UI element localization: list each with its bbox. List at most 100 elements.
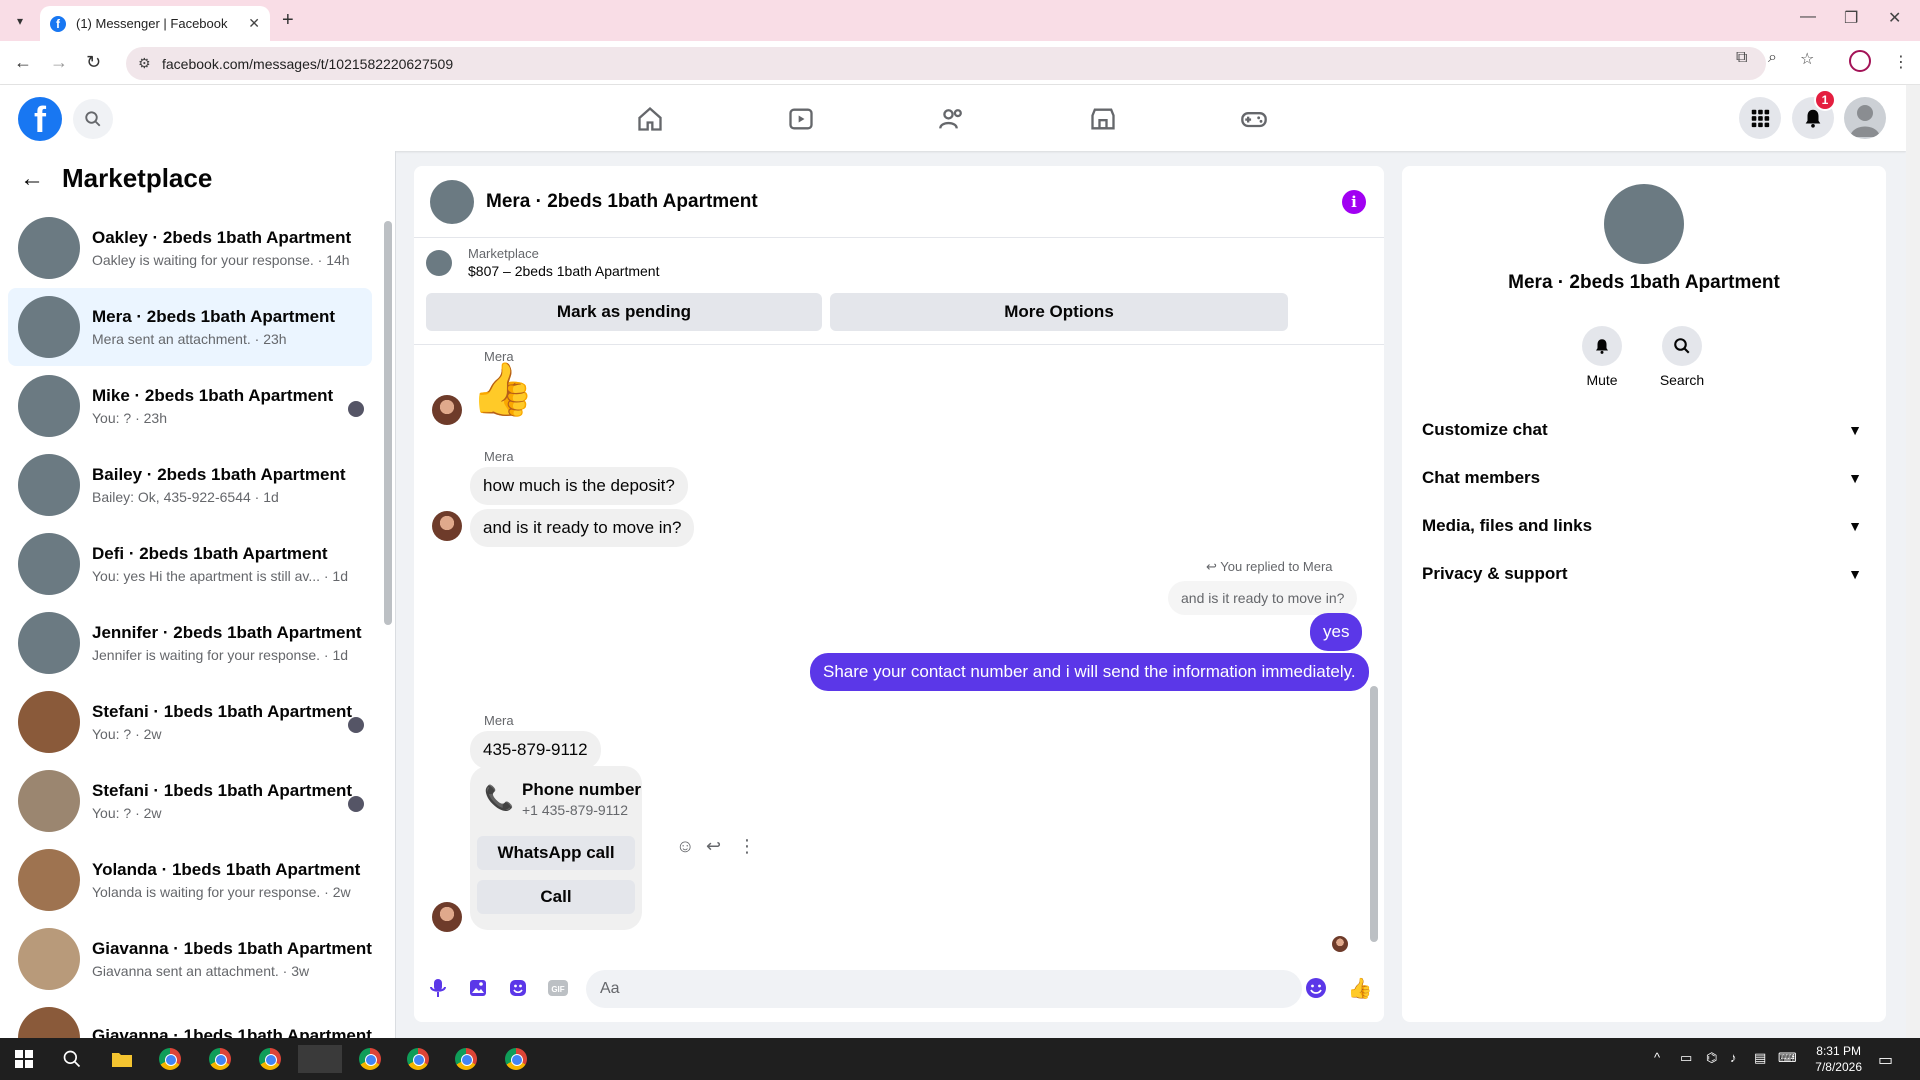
gaming-icon[interactable] xyxy=(1232,97,1276,141)
conversation-item[interactable]: Mike · 2beds 1bath Apartment You: ? · 23h xyxy=(8,367,372,445)
notifications-center-icon[interactable]: ▭ xyxy=(1878,1050,1893,1070)
minimize-icon[interactable]: — xyxy=(1800,8,1816,26)
conversation-item[interactable]: Stefani · 1beds 1bath Apartment You: ? · … xyxy=(8,762,372,840)
forward-icon[interactable]: → xyxy=(50,52,68,73)
chrome-icon[interactable] xyxy=(256,1045,284,1073)
chrome-icon[interactable] xyxy=(502,1045,530,1073)
conversation-item[interactable]: Defi · 2beds 1bath Apartment You: yes Hi … xyxy=(8,525,372,603)
notification-badge: 1 xyxy=(1814,89,1836,111)
tab-search-chevron-icon[interactable]: ▾ xyxy=(8,9,32,33)
url-field[interactable]: ⚙ facebook.com/messages/t/10215822206275… xyxy=(126,47,1766,80)
chrome-icon[interactable] xyxy=(452,1045,480,1073)
customize-chat-item[interactable]: Customize chat ▼ xyxy=(1418,408,1870,452)
photo-icon[interactable] xyxy=(466,976,490,1000)
message-input[interactable] xyxy=(586,970,1302,1008)
menu-grid-icon[interactable] xyxy=(1739,97,1781,139)
whatsapp-call-button[interactable]: WhatsApp call xyxy=(477,836,635,870)
mute-button[interactable]: Mute xyxy=(1562,326,1642,388)
like-send-icon[interactable]: 👍 xyxy=(1348,976,1373,1000)
volume-icon[interactable]: ♪ xyxy=(1730,1050,1737,1065)
mera-avatar[interactable] xyxy=(432,511,462,541)
conversation-item[interactable]: Mera · 2beds 1bath Apartment Mera sent an… xyxy=(8,288,372,366)
microphone-icon[interactable] xyxy=(426,976,450,1000)
chat-members-item[interactable]: Chat members ▼ xyxy=(1418,456,1870,500)
bookmark-star-icon[interactable]: ☆ xyxy=(1800,49,1814,69)
close-window-icon[interactable]: ✕ xyxy=(1888,8,1901,28)
search-icon[interactable] xyxy=(73,99,113,139)
friends-icon[interactable] xyxy=(930,97,974,141)
display-icon[interactable]: ▤ xyxy=(1754,1050,1766,1066)
thumbs-up-icon[interactable]: 👍 xyxy=(470,359,535,420)
tray-chevron-icon[interactable]: ^ xyxy=(1654,1050,1660,1065)
reload-icon[interactable]: ↻ xyxy=(86,52,101,73)
conversation-item[interactable]: Yolanda · 1beds 1bath Apartment Yolanda i… xyxy=(8,841,372,919)
chat-scrollbar[interactable] xyxy=(1370,686,1378,942)
browser-tab[interactable]: f (1) Messenger | Facebook ✕ xyxy=(40,6,270,41)
more-actions-icon[interactable]: ⋮ xyxy=(738,836,756,857)
privacy-support-item[interactable]: Privacy & support ▼ xyxy=(1418,552,1870,596)
reply-icon[interactable]: ↩ xyxy=(706,836,721,857)
browser-menu-icon[interactable]: ⋮ xyxy=(1893,52,1909,72)
taskbar-search-icon[interactable] xyxy=(58,1045,86,1073)
conversation-item[interactable]: Stefani · 1beds 1bath Apartment You: ? · … xyxy=(8,683,372,761)
video-icon[interactable] xyxy=(779,97,823,141)
home-icon[interactable] xyxy=(628,97,672,141)
sidebar-scrollbar[interactable] xyxy=(384,221,392,625)
network-icon[interactable]: ⌬ xyxy=(1706,1050,1717,1066)
conversation-item[interactable]: Bailey · 2beds 1bath Apartment Bailey: Ok… xyxy=(8,446,372,524)
conversation-item[interactable]: Giavanna · 1beds 1bath Apartment xyxy=(8,999,372,1038)
marketplace-icon[interactable] xyxy=(1081,97,1125,141)
site-info-icon[interactable]: ⚙ xyxy=(138,55,151,72)
clock[interactable]: 8:31 PM 7/8/2026 xyxy=(1815,1043,1862,1075)
more-options-button[interactable]: More Options xyxy=(830,293,1288,331)
info-icon[interactable]: i xyxy=(1342,190,1366,214)
file-explorer-icon[interactable] xyxy=(108,1045,136,1073)
sidebar-title: Marketplace xyxy=(62,163,213,193)
facebook-logo-icon[interactable]: f xyxy=(18,97,62,141)
page-scrollbar[interactable] xyxy=(1906,85,1920,1038)
conversation-item[interactable]: Giavanna · 1beds 1bath Apartment Giavanna… xyxy=(8,920,372,998)
media-files-links-item[interactable]: Media, files and links ▼ xyxy=(1418,504,1870,548)
back-arrow-icon[interactable]: ← xyxy=(20,165,44,193)
mera-avatar[interactable] xyxy=(432,395,462,425)
mute-label: Mute xyxy=(1586,372,1618,388)
meet-icon[interactable]: ▭ xyxy=(1680,1050,1692,1066)
incoming-message[interactable]: and is it ready to move in? xyxy=(470,509,695,547)
restore-icon[interactable]: ❐ xyxy=(1844,8,1858,28)
chrome-icon[interactable] xyxy=(206,1045,234,1073)
sticker-icon[interactable] xyxy=(506,976,530,1000)
tab-close-icon[interactable]: ✕ xyxy=(248,15,260,32)
message-composer: GIF 👍 xyxy=(414,954,1384,1022)
outgoing-message[interactable]: Share your contact number and i will sen… xyxy=(810,653,1369,691)
zoom-icon[interactable]: ⌕ xyxy=(1768,49,1777,67)
windows-start-icon[interactable] xyxy=(10,1045,38,1073)
conversation-item[interactable]: Jennifer · 2beds 1bath Apartment Jennifer… xyxy=(8,604,372,682)
account-avatar[interactable] xyxy=(1844,97,1886,139)
mera-avatar[interactable] xyxy=(432,902,462,932)
new-tab-icon[interactable]: + xyxy=(282,9,294,32)
conversation-text: Stefani · 1beds 1bath Apartment You: ? · … xyxy=(92,781,372,821)
listing-card[interactable]: Marketplace $807 – 2beds 1bath Apartment xyxy=(426,246,659,279)
emoji-icon[interactable] xyxy=(1304,976,1328,1000)
conversation-item[interactable]: Oakley · 2beds 1bath Apartment Oakley is … xyxy=(8,209,372,287)
react-emoji-icon[interactable]: ☺ xyxy=(676,836,694,857)
contact-avatar[interactable] xyxy=(1604,184,1684,264)
active-window-icon[interactable] xyxy=(298,1045,342,1073)
call-button[interactable]: Call xyxy=(477,880,635,914)
keyboard-icon[interactable]: ⌨ xyxy=(1778,1050,1797,1066)
search-conversation-button[interactable]: Search xyxy=(1642,326,1722,388)
chrome-icon[interactable] xyxy=(356,1045,384,1073)
browser-profile-icon[interactable] xyxy=(1849,50,1871,72)
chat-title[interactable]: Mera · 2beds 1bath Apartment xyxy=(486,191,758,213)
chrome-icon[interactable] xyxy=(404,1045,432,1073)
quoted-message[interactable]: and is it ready to move in? xyxy=(1168,581,1358,615)
chat-avatar[interactable] xyxy=(430,179,474,224)
install-app-icon[interactable]: ⧉ xyxy=(1736,49,1747,67)
incoming-message[interactable]: how much is the deposit? xyxy=(470,467,688,505)
mark-as-pending-button[interactable]: Mark as pending xyxy=(426,293,822,331)
incoming-message[interactable]: 435-879-9112 xyxy=(470,731,601,769)
back-icon[interactable]: ← xyxy=(14,52,32,73)
outgoing-message[interactable]: yes xyxy=(1310,613,1363,651)
gif-icon[interactable]: GIF xyxy=(546,976,570,1000)
chrome-icon[interactable] xyxy=(156,1045,184,1073)
